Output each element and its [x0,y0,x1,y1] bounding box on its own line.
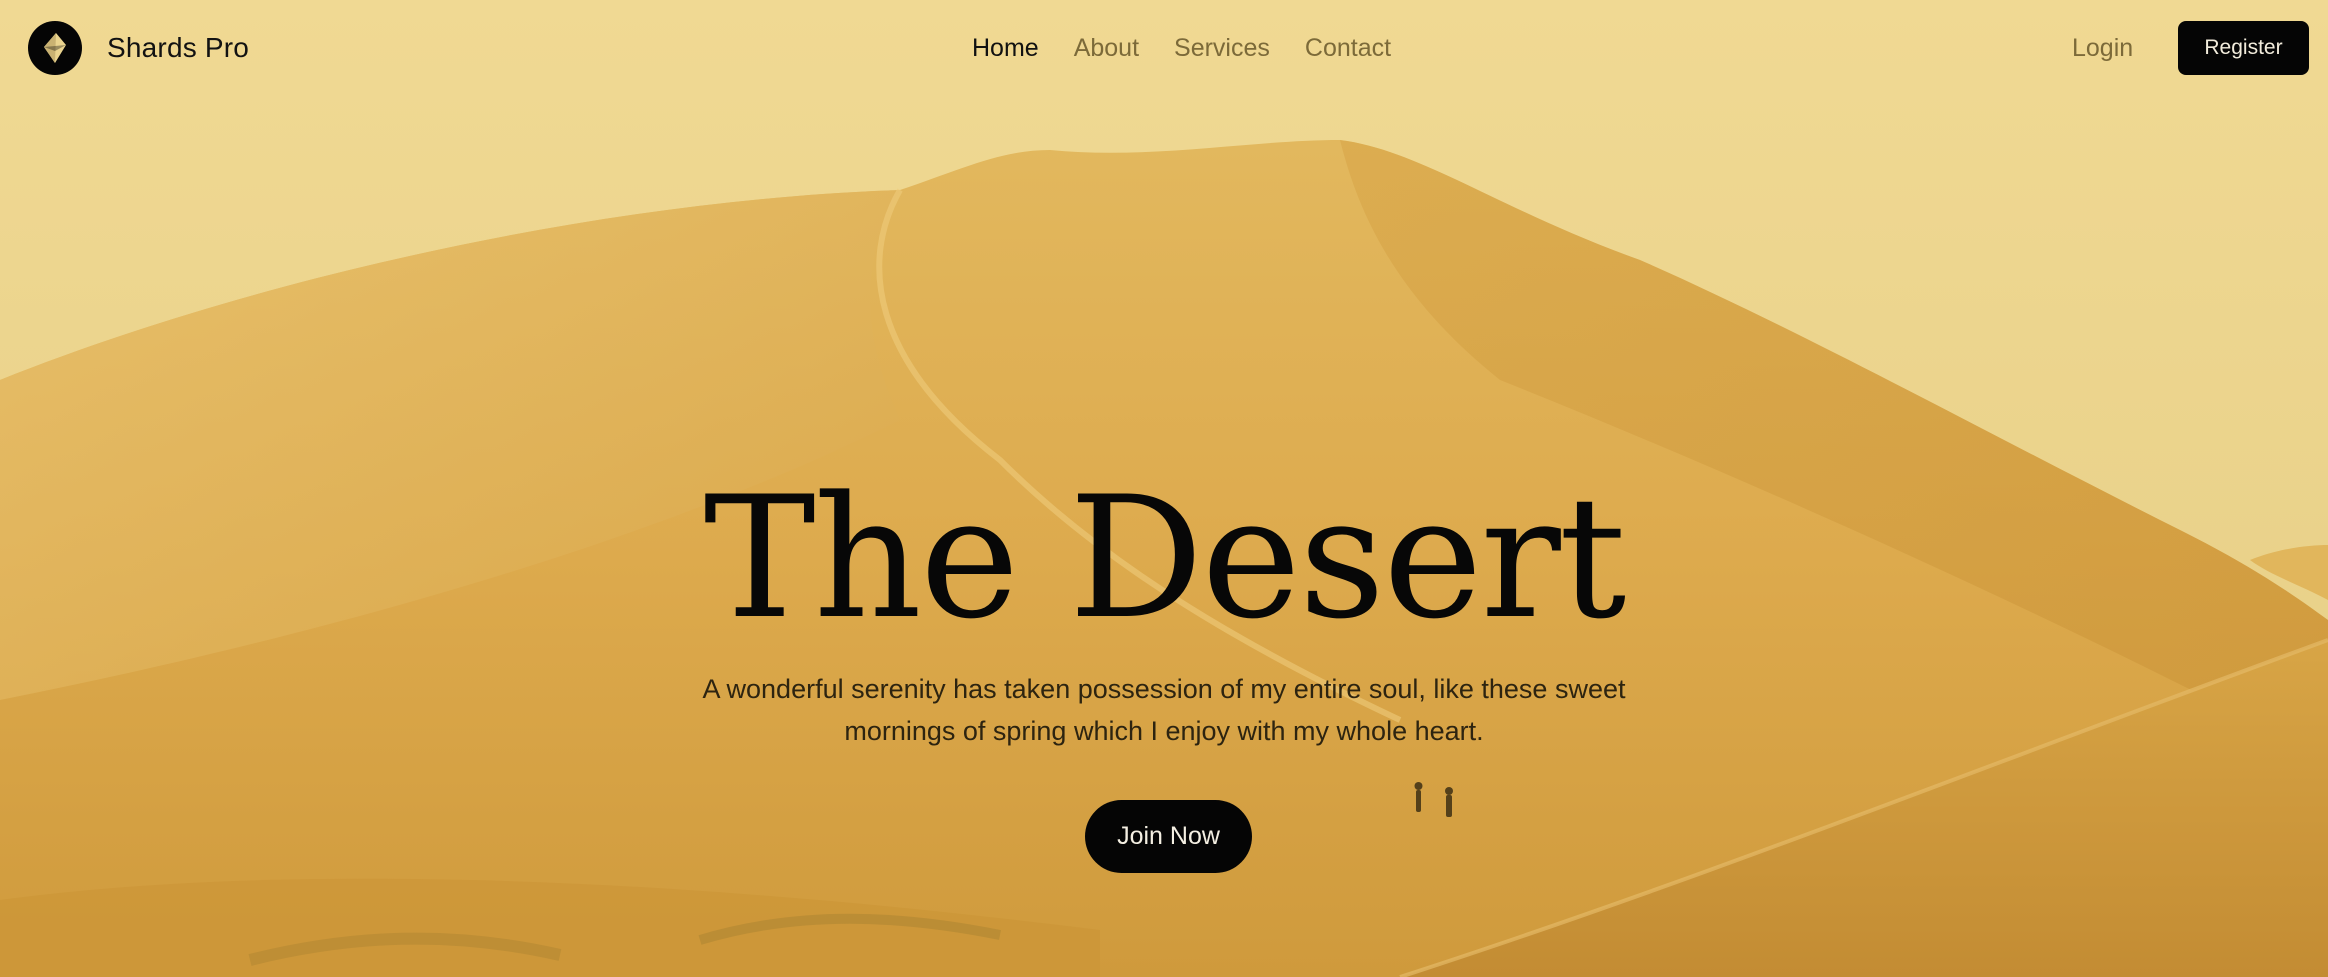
hero-title: The Desert [703,460,1627,656]
navbar: Shards Pro Home About Services Contact L… [0,0,2328,96]
nav-link-services[interactable]: Services [1174,28,1270,68]
register-button[interactable]: Register [2178,21,2309,75]
join-now-button[interactable]: Join Now [1085,800,1252,873]
brand-name: Shards Pro [107,32,250,63]
brand-link[interactable]: Shards Pro [28,21,249,75]
nav-link-about[interactable]: About [1074,28,1139,68]
landing-page: Shards Pro Home About Services Contact L… [0,0,2328,977]
nav-link-home[interactable]: Home [972,28,1039,68]
main-nav: Home About Services Contact [972,28,1391,68]
diamond-shard-icon [28,21,82,75]
nav-link-contact[interactable]: Contact [1305,28,1391,68]
login-link[interactable]: Login [2072,28,2133,68]
hero-subtitle: A wonderful serenity has taken possessio… [702,674,1626,746]
